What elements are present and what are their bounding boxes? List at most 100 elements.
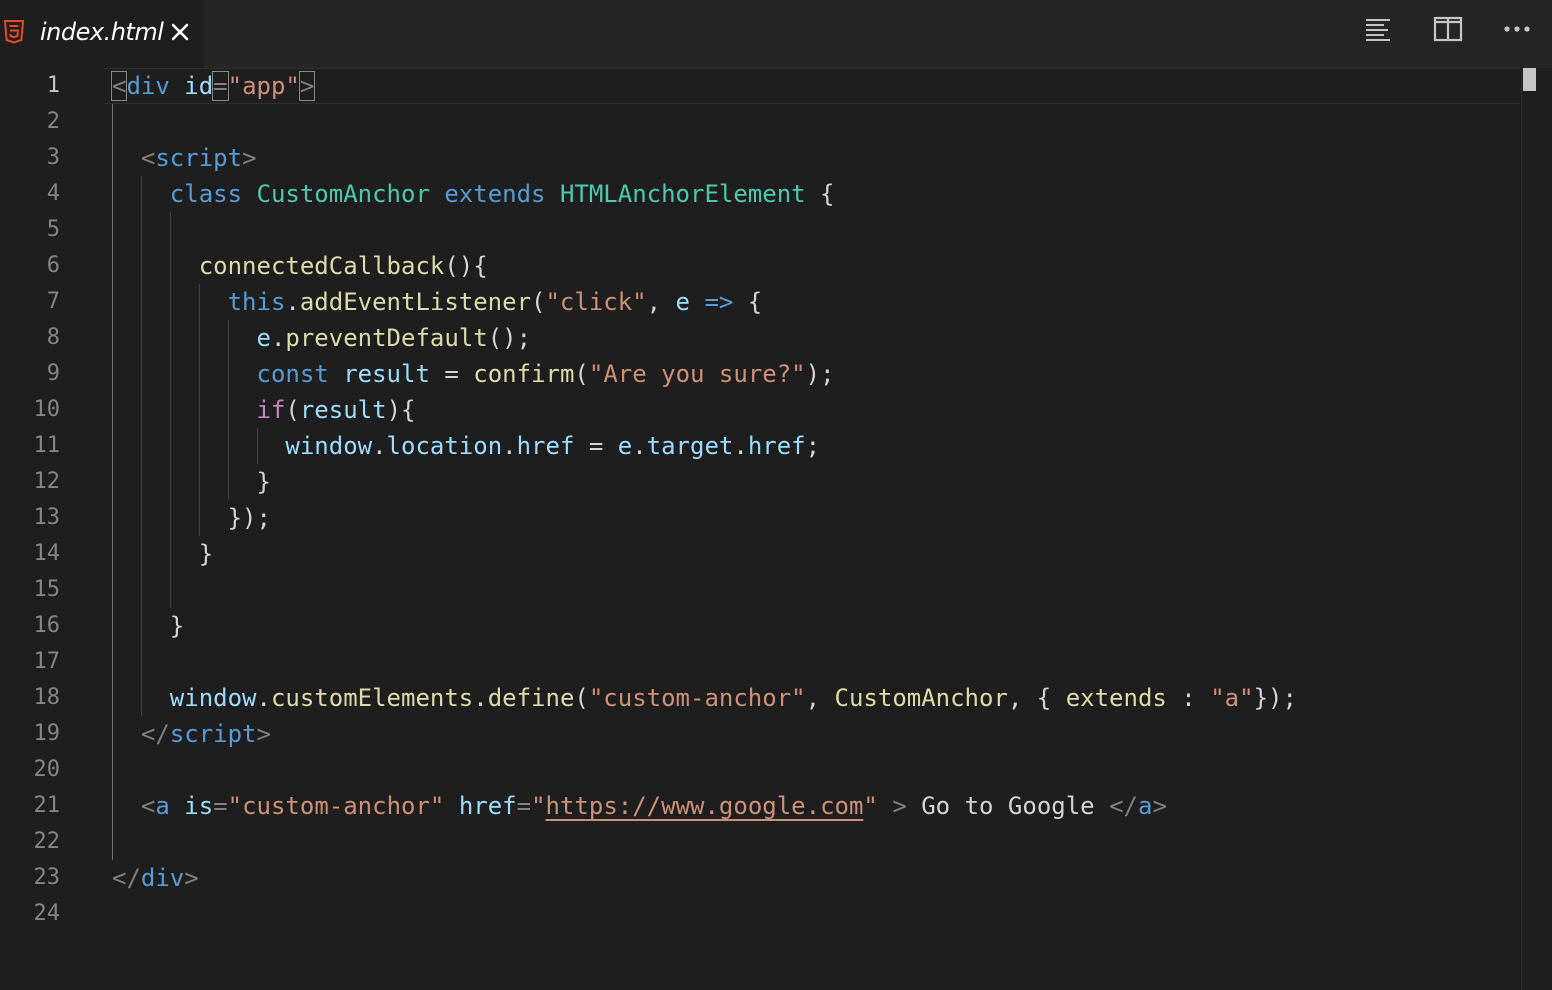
code-token: </ [112, 864, 141, 892]
code-line[interactable]: e.preventDefault(); [112, 320, 532, 356]
code-token: " [531, 792, 546, 820]
line-number: 9 [46, 361, 60, 386]
code-line[interactable]: connectedCallback(){ [112, 248, 488, 284]
line-number: 6 [46, 253, 60, 278]
more-actions-icon[interactable] [1499, 12, 1535, 48]
html5-icon [3, 20, 25, 44]
code-line[interactable]: } [112, 464, 271, 500]
code-line[interactable]: </script> [112, 716, 271, 752]
code-token: </ [140, 720, 170, 748]
code-token: }); [112, 504, 271, 532]
code-line[interactable]: <a is="custom-anchor" href="https://www.… [112, 788, 1167, 824]
line-number: 24 [33, 901, 61, 926]
code-token: </ [1109, 792, 1138, 820]
line-number-gutter: 1 2 3 4 5 6 7 8 9 10 11 12 13 14 15 16 17 18 19 20 21 22 23 24 [0, 68, 100, 990]
code-line[interactable]: this.addEventListener("click", e => { [112, 284, 763, 320]
code-token: a [155, 792, 170, 820]
line-number: 8 [46, 325, 60, 350]
code-token: . [285, 288, 300, 316]
code-token: . [733, 432, 748, 460]
code-token: "custom-anchor" [588, 684, 806, 712]
line-number: 3 [46, 145, 60, 170]
code-token: } [112, 468, 271, 496]
tab-index-html[interactable]: index.html [0, 0, 204, 68]
code-token: , [805, 684, 835, 712]
code-token: < [110, 71, 128, 101]
code-token: . [632, 432, 647, 460]
code-token: : [1166, 684, 1211, 712]
code-token: => [704, 288, 734, 316]
code-token: ( [531, 288, 546, 316]
code-token: is [184, 792, 214, 820]
split-editor-icon[interactable] [1430, 12, 1466, 48]
code-line[interactable]: window.customElements.define("custom-anc… [112, 680, 1297, 716]
code-token: }); [1253, 684, 1297, 712]
code-editor[interactable]: 1 2 3 4 5 6 7 8 9 10 11 12 13 14 15 16 17 18 19 20 21 22 23 24 … [0, 68, 1552, 990]
code-token: if [256, 396, 286, 424]
code-token: a [1137, 792, 1153, 820]
code-token: HTMLAnchorElement [559, 180, 806, 208]
line-number: 7 [46, 289, 60, 314]
code-token: } [112, 540, 214, 568]
code-token: = [429, 360, 474, 388]
code-line[interactable]: if(result){ [112, 392, 416, 428]
code-token: result [299, 396, 387, 424]
code-token: customElements [270, 684, 474, 712]
code-token: script [155, 144, 243, 172]
code-line[interactable]: window.location.href = e.target.href; [112, 428, 820, 464]
close-icon[interactable] [168, 20, 192, 44]
current-line-highlight [104, 68, 1520, 104]
code-line[interactable]: const result = confirm("Are you sure?"); [112, 356, 835, 392]
code-token: ( [574, 684, 589, 712]
line-number: 13 [33, 505, 61, 530]
code-token: . [270, 324, 286, 352]
line-number: 15 [33, 577, 61, 602]
code-token: < [140, 792, 156, 820]
code-token: , [646, 288, 676, 316]
code-line[interactable]: }); [112, 500, 271, 536]
code-token: > [256, 720, 271, 748]
code-line[interactable]: } [112, 608, 184, 644]
code-token: CustomAnchor [834, 684, 1008, 712]
code-token: extends [1065, 684, 1167, 712]
tab-bar: index.html [0, 0, 1552, 68]
code-token: , { [1007, 684, 1066, 712]
line-number: 22 [33, 829, 61, 854]
code-token: e [256, 324, 271, 352]
code-line[interactable]: class CustomAnchor extends HTMLAnchorEle… [112, 176, 835, 212]
code-token: (){ [444, 252, 488, 280]
code-token: ){ [386, 396, 416, 424]
code-token: extends [444, 180, 546, 208]
code-token: . [372, 432, 387, 460]
code-token: div [126, 72, 170, 100]
code-line[interactable]: } [112, 536, 213, 572]
code-token: const [256, 360, 329, 388]
code-token: (); [487, 324, 532, 352]
code-token: ; [805, 432, 821, 460]
line-number: 19 [33, 721, 61, 746]
open-preview-icon[interactable] [1360, 12, 1396, 48]
scrollbar-thumb[interactable] [1523, 68, 1536, 91]
code-token: { [733, 288, 763, 316]
code-token: this [227, 288, 286, 316]
code-line[interactable]: <script> [112, 140, 257, 176]
code-line[interactable]: </div> [112, 860, 199, 896]
code-token: window [285, 432, 373, 460]
code-token: . [502, 432, 517, 460]
code-line[interactable]: <div id="app"> [110, 68, 316, 104]
code-token: define [487, 684, 575, 712]
code-token: "click" [545, 288, 647, 316]
code-token: id [184, 72, 214, 100]
